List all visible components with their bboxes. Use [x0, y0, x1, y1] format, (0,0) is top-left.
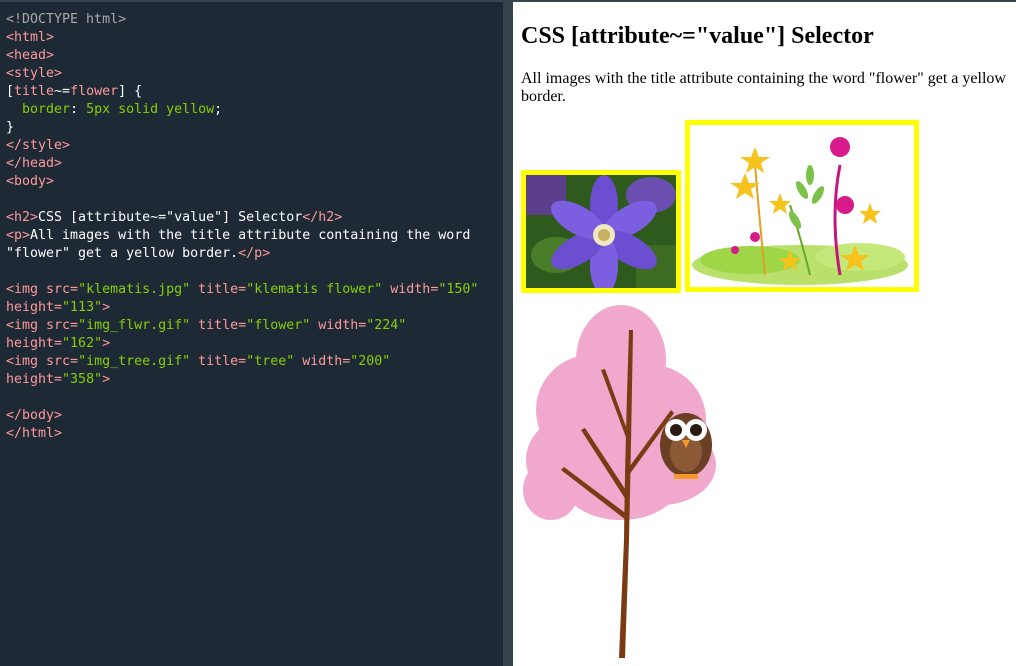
- tree-image: [521, 300, 721, 658]
- p-open-tag: <p>: [6, 228, 31, 243]
- css-value: 5px solid yellow: [86, 102, 215, 117]
- h2-text: CSS [attribute~="value"] Selector: [38, 210, 303, 225]
- img3-width-attr: width=: [294, 354, 351, 369]
- p-close-tag: </p>: [238, 246, 271, 261]
- img3-width-val: "200": [350, 354, 391, 369]
- img2-width-attr: width=: [310, 318, 367, 333]
- selector-bracket-close: ] {: [118, 84, 143, 99]
- img2-title-val: "flower": [246, 318, 311, 333]
- img3-height-val: "358": [62, 372, 103, 387]
- body-close-tag: </body>: [6, 408, 63, 423]
- img3-src-attr: src=: [38, 354, 79, 369]
- brace-close: }: [6, 120, 15, 135]
- klematis-image: [521, 170, 681, 295]
- selector-bracket-open: [: [6, 84, 15, 99]
- css-colon: :: [70, 102, 87, 117]
- img1-open: <img: [6, 282, 39, 297]
- img1-src-attr: src=: [38, 282, 79, 297]
- doctype: <!DOCTYPE html>: [6, 12, 127, 27]
- selector-op: ~=: [54, 84, 71, 99]
- css-property: border: [6, 102, 71, 117]
- selector-attr: title: [14, 84, 55, 99]
- h2-open-tag: <h2>: [6, 210, 39, 225]
- code-editor[interactable]: <!DOCTYPE html> <html> <head> <style> [t…: [0, 2, 503, 666]
- style-close-tag: </style>: [6, 138, 71, 153]
- img2-width-val: "224": [366, 318, 407, 333]
- img1-height-val: "113": [62, 300, 103, 315]
- img1-close: >: [102, 300, 111, 315]
- flower-graphic: [690, 125, 914, 287]
- img2-src-attr: src=: [38, 318, 79, 333]
- html-close-tag: </html>: [6, 426, 63, 441]
- head-open-tag: <head>: [6, 48, 55, 63]
- img1-width-val: "150": [438, 282, 479, 297]
- flower-image: [685, 120, 919, 292]
- pane-resize-handle[interactable]: [503, 2, 513, 666]
- img3-open: <img: [6, 354, 39, 369]
- css-semicolon: ;: [214, 102, 223, 117]
- h2-close-tag: </h2>: [302, 210, 343, 225]
- tree-graphic: [523, 305, 716, 658]
- code-text[interactable]: <!DOCTYPE html> <html> <head> <style> [t…: [0, 2, 498, 443]
- result-preview: CSS [attribute~="value"] Selector All im…: [513, 2, 1016, 666]
- preview-paragraph: All images with the title attribute cont…: [521, 70, 1006, 105]
- img3-title-val: "tree": [246, 354, 295, 369]
- body-open-tag: <body>: [6, 174, 55, 189]
- img2-title-attr: title=: [190, 318, 247, 333]
- img3-title-attr: title=: [190, 354, 247, 369]
- img2-src-val: "img_flwr.gif": [78, 318, 191, 333]
- img2-close: >: [102, 336, 111, 351]
- preview-heading: CSS [attribute~="value"] Selector: [521, 23, 874, 49]
- style-open-tag: <style>: [6, 66, 63, 81]
- img3-close: >: [102, 372, 111, 387]
- img1-src-val: "klematis.jpg": [78, 282, 191, 297]
- html-open-tag: <html>: [6, 30, 55, 45]
- klematis-graphic: [526, 175, 676, 295]
- img1-title-attr: title=: [190, 282, 247, 297]
- img1-title-val: "klematis flower": [246, 282, 383, 297]
- img3-src-val: "img_tree.gif": [78, 354, 191, 369]
- selector-value: flower: [70, 84, 119, 99]
- img1-width-attr: width=: [382, 282, 439, 297]
- img2-open: <img: [6, 318, 39, 333]
- img2-height-val: "162": [62, 336, 103, 351]
- head-close-tag: </head>: [6, 156, 63, 171]
